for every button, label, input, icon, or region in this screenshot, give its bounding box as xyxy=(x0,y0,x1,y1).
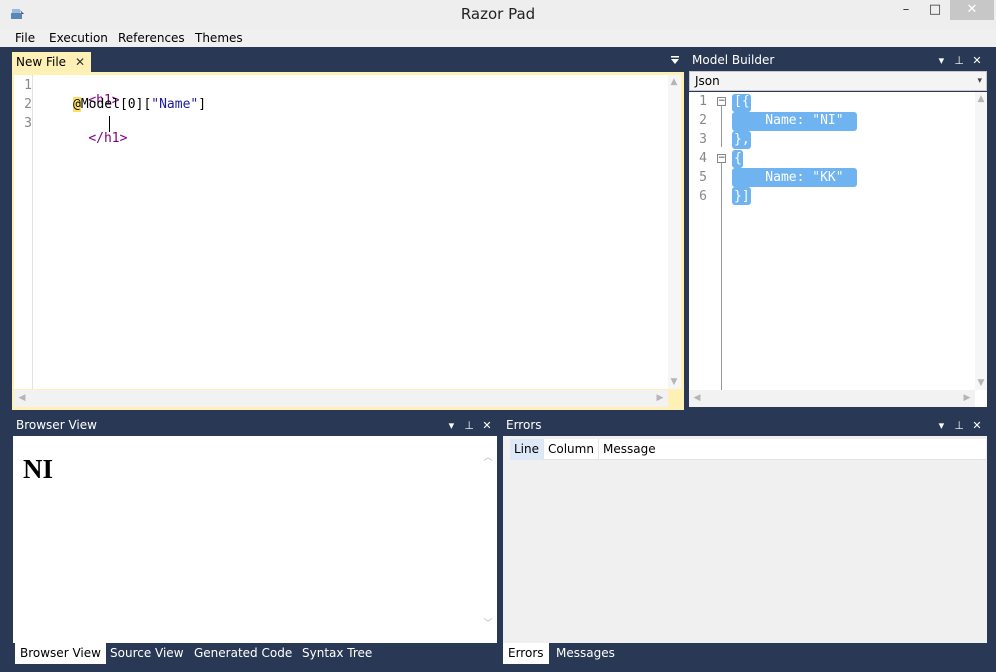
line-number: 5 xyxy=(699,170,707,185)
tab-errors[interactable]: Errors xyxy=(503,643,549,664)
title-bar: Razor Pad – □ ✕ xyxy=(0,0,996,29)
minimize-button[interactable]: – xyxy=(893,0,919,20)
line-number: 3 xyxy=(699,132,707,147)
json-line: Name: "KK" xyxy=(734,170,844,185)
menu-themes[interactable]: Themes xyxy=(195,31,243,45)
close-icon[interactable]: ✕ xyxy=(970,51,984,71)
json-line-number-gutter: 1 2 3 4 5 6 xyxy=(689,92,710,390)
fold-collapse-icon[interactable]: − xyxy=(717,97,726,106)
browser-view-header: Browser View ▾ ⊥ ✕ xyxy=(13,415,497,435)
json-line: { xyxy=(734,151,742,166)
scroll-down-icon[interactable]: ▼ xyxy=(975,378,987,388)
line-number: 3 xyxy=(24,116,32,131)
editor-horizontal-scrollbar[interactable]: ◀ ▶ xyxy=(14,390,668,407)
line-number: 2 xyxy=(699,113,707,128)
json-line: Name: "NI" xyxy=(734,113,844,128)
browser-view-tabs: Browser View Source View Generated Code … xyxy=(13,643,497,664)
code-line-2: @Model[0]["Name"] xyxy=(73,97,206,112)
model-builder-header: Model Builder ▾ ⊥ ✕ xyxy=(689,50,987,70)
scroll-right-icon[interactable]: ▶ xyxy=(654,393,666,403)
fold-guide xyxy=(721,206,722,390)
tab-generated-code[interactable]: Generated Code xyxy=(189,643,297,664)
scroll-up-icon[interactable]: ▲ xyxy=(975,94,987,104)
scroll-left-icon[interactable]: ◀ xyxy=(691,393,703,403)
menu-bar: File Execution References Themes xyxy=(0,29,996,47)
html-tag-close: </h1> xyxy=(88,131,128,146)
pin-icon[interactable]: ⊥ xyxy=(952,51,966,71)
bracket-close: ] xyxy=(198,97,207,112)
json-line: [{ xyxy=(734,94,750,109)
menu-execution[interactable]: Execution xyxy=(49,31,108,45)
close-icon[interactable]: ✕ xyxy=(970,416,984,436)
panel-menu-icon[interactable]: ▾ xyxy=(444,416,458,436)
scroll-left-icon[interactable]: ◀ xyxy=(16,393,28,403)
scroll-down-icon[interactable]: ▼ xyxy=(668,377,680,387)
column-header-message[interactable]: Message xyxy=(599,439,986,460)
menu-file[interactable]: File xyxy=(15,31,35,45)
tab-new-file[interactable]: New File ✕ xyxy=(12,52,91,73)
maximize-button[interactable]: □ xyxy=(922,0,948,20)
close-icon[interactable]: ✕ xyxy=(480,416,494,436)
fold-guide xyxy=(721,105,722,147)
browser-view-content: NI ︿ ﹀ xyxy=(13,436,497,643)
window-title: Razor Pad xyxy=(460,5,536,23)
fold-collapse-icon[interactable]: − xyxy=(717,154,726,163)
code-editor[interactable]: 1 2 3 <h1> @Model[0]["Name"] </h1> xyxy=(14,75,668,389)
line-number: 1 xyxy=(699,94,707,109)
panel-title: Model Builder xyxy=(692,53,775,67)
json-editor[interactable]: 1 2 3 4 5 6 − − [{ Name: "NI" }, { Name:… xyxy=(689,92,987,407)
tab-syntax-tree[interactable]: Syntax Tree xyxy=(297,643,377,664)
tab-messages[interactable]: Messages xyxy=(551,643,620,664)
line-number: 4 xyxy=(699,151,707,166)
model-expression: Model[0][ xyxy=(80,97,152,112)
errors-header: Errors ▾ ⊥ ✕ xyxy=(503,415,987,435)
rendered-heading: NI xyxy=(23,454,54,484)
json-line: }, xyxy=(734,132,750,147)
errors-grid-header: Line Column Message xyxy=(510,439,986,460)
pin-icon[interactable]: ⊥ xyxy=(952,416,966,436)
code-line-3: </h1> xyxy=(57,116,127,161)
menu-references[interactable]: References xyxy=(118,31,185,45)
editor-vertical-scrollbar[interactable]: ▲ ▼ xyxy=(668,75,681,389)
chevron-down-icon: ▾ xyxy=(977,76,982,86)
json-vertical-scrollbar[interactable]: ▲ ▼ xyxy=(975,92,987,390)
format-select[interactable]: Json ▾ xyxy=(689,71,987,91)
tab-browser-view[interactable]: Browser View xyxy=(15,643,106,664)
close-tab-icon[interactable]: ✕ xyxy=(75,52,85,72)
tab-list-dropdown-icon[interactable] xyxy=(668,55,682,69)
column-header-column[interactable]: Column xyxy=(544,439,599,460)
panel-title: Errors xyxy=(506,418,542,432)
line-number-gutter: 1 2 3 xyxy=(14,75,33,389)
panel-menu-icon[interactable]: ▾ xyxy=(934,416,948,436)
json-line: }] xyxy=(734,189,750,204)
fold-guide xyxy=(721,162,722,206)
pin-icon[interactable]: ⊥ xyxy=(462,416,476,436)
browser-vertical-scrollbar[interactable]: ︿ ﹀ xyxy=(481,448,495,631)
line-number: 6 xyxy=(699,189,707,204)
errors-grid: Line Column Message xyxy=(503,436,987,643)
errors-tabs: Errors Messages xyxy=(503,643,987,664)
format-select-value: Json xyxy=(695,74,720,88)
scroll-right-icon[interactable]: ▶ xyxy=(961,393,973,403)
tab-label: New File xyxy=(16,55,67,69)
column-header-line[interactable]: Line xyxy=(510,439,544,460)
panel-title: Browser View xyxy=(16,418,97,432)
text-caret xyxy=(109,116,110,132)
scroll-up-icon[interactable]: ︿ xyxy=(482,450,494,463)
line-number: 2 xyxy=(24,97,32,112)
line-number: 1 xyxy=(24,78,32,93)
json-horizontal-scrollbar[interactable]: ◀ ▶ xyxy=(689,390,975,407)
tab-source-view[interactable]: Source View xyxy=(105,643,189,664)
close-window-button[interactable]: ✕ xyxy=(950,0,994,20)
scroll-down-icon[interactable]: ﹀ xyxy=(482,616,494,629)
razor-at-symbol: @ xyxy=(73,97,81,112)
scroll-up-icon[interactable]: ▲ xyxy=(668,77,680,87)
panel-menu-icon[interactable]: ▾ xyxy=(934,51,948,71)
string-literal: "Name" xyxy=(151,97,199,112)
